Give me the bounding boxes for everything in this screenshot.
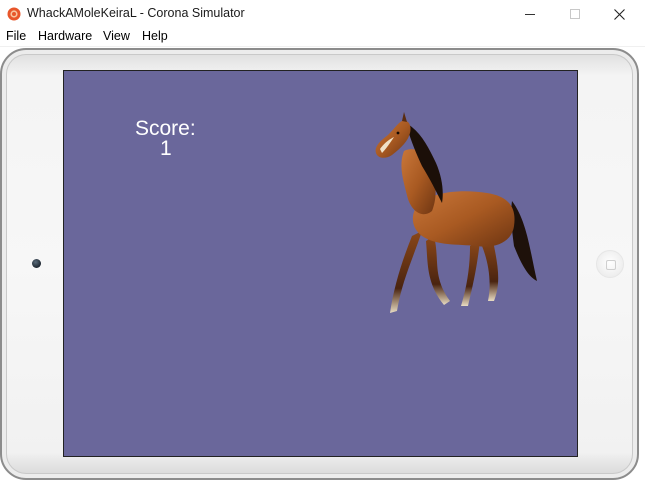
- simulator-window: WhackAMoleKeiraL - Corona Simulator File…: [0, 0, 645, 480]
- close-button[interactable]: [597, 0, 642, 28]
- home-button[interactable]: [596, 250, 624, 278]
- menu-hardware[interactable]: Hardware: [38, 29, 92, 43]
- menu-file[interactable]: File: [6, 29, 26, 43]
- window-title: WhackAMoleKeiraL - Corona Simulator: [27, 6, 245, 20]
- menu-bar: File Hardware View Help: [0, 28, 645, 47]
- minimize-button[interactable]: [507, 0, 552, 28]
- game-screen[interactable]: Score: 1: [63, 70, 578, 457]
- maximize-icon: [569, 9, 580, 19]
- menu-help[interactable]: Help: [142, 29, 168, 43]
- horse-sprite[interactable]: [362, 111, 542, 326]
- camera-icon: [32, 259, 41, 268]
- minimize-icon: [524, 13, 535, 15]
- close-icon: [614, 8, 625, 20]
- title-bar: WhackAMoleKeiraL - Corona Simulator: [0, 0, 645, 28]
- maximize-button[interactable]: [552, 0, 597, 28]
- corona-app-icon: [7, 7, 21, 21]
- menu-view[interactable]: View: [103, 29, 130, 43]
- score-value: 1: [160, 137, 172, 160]
